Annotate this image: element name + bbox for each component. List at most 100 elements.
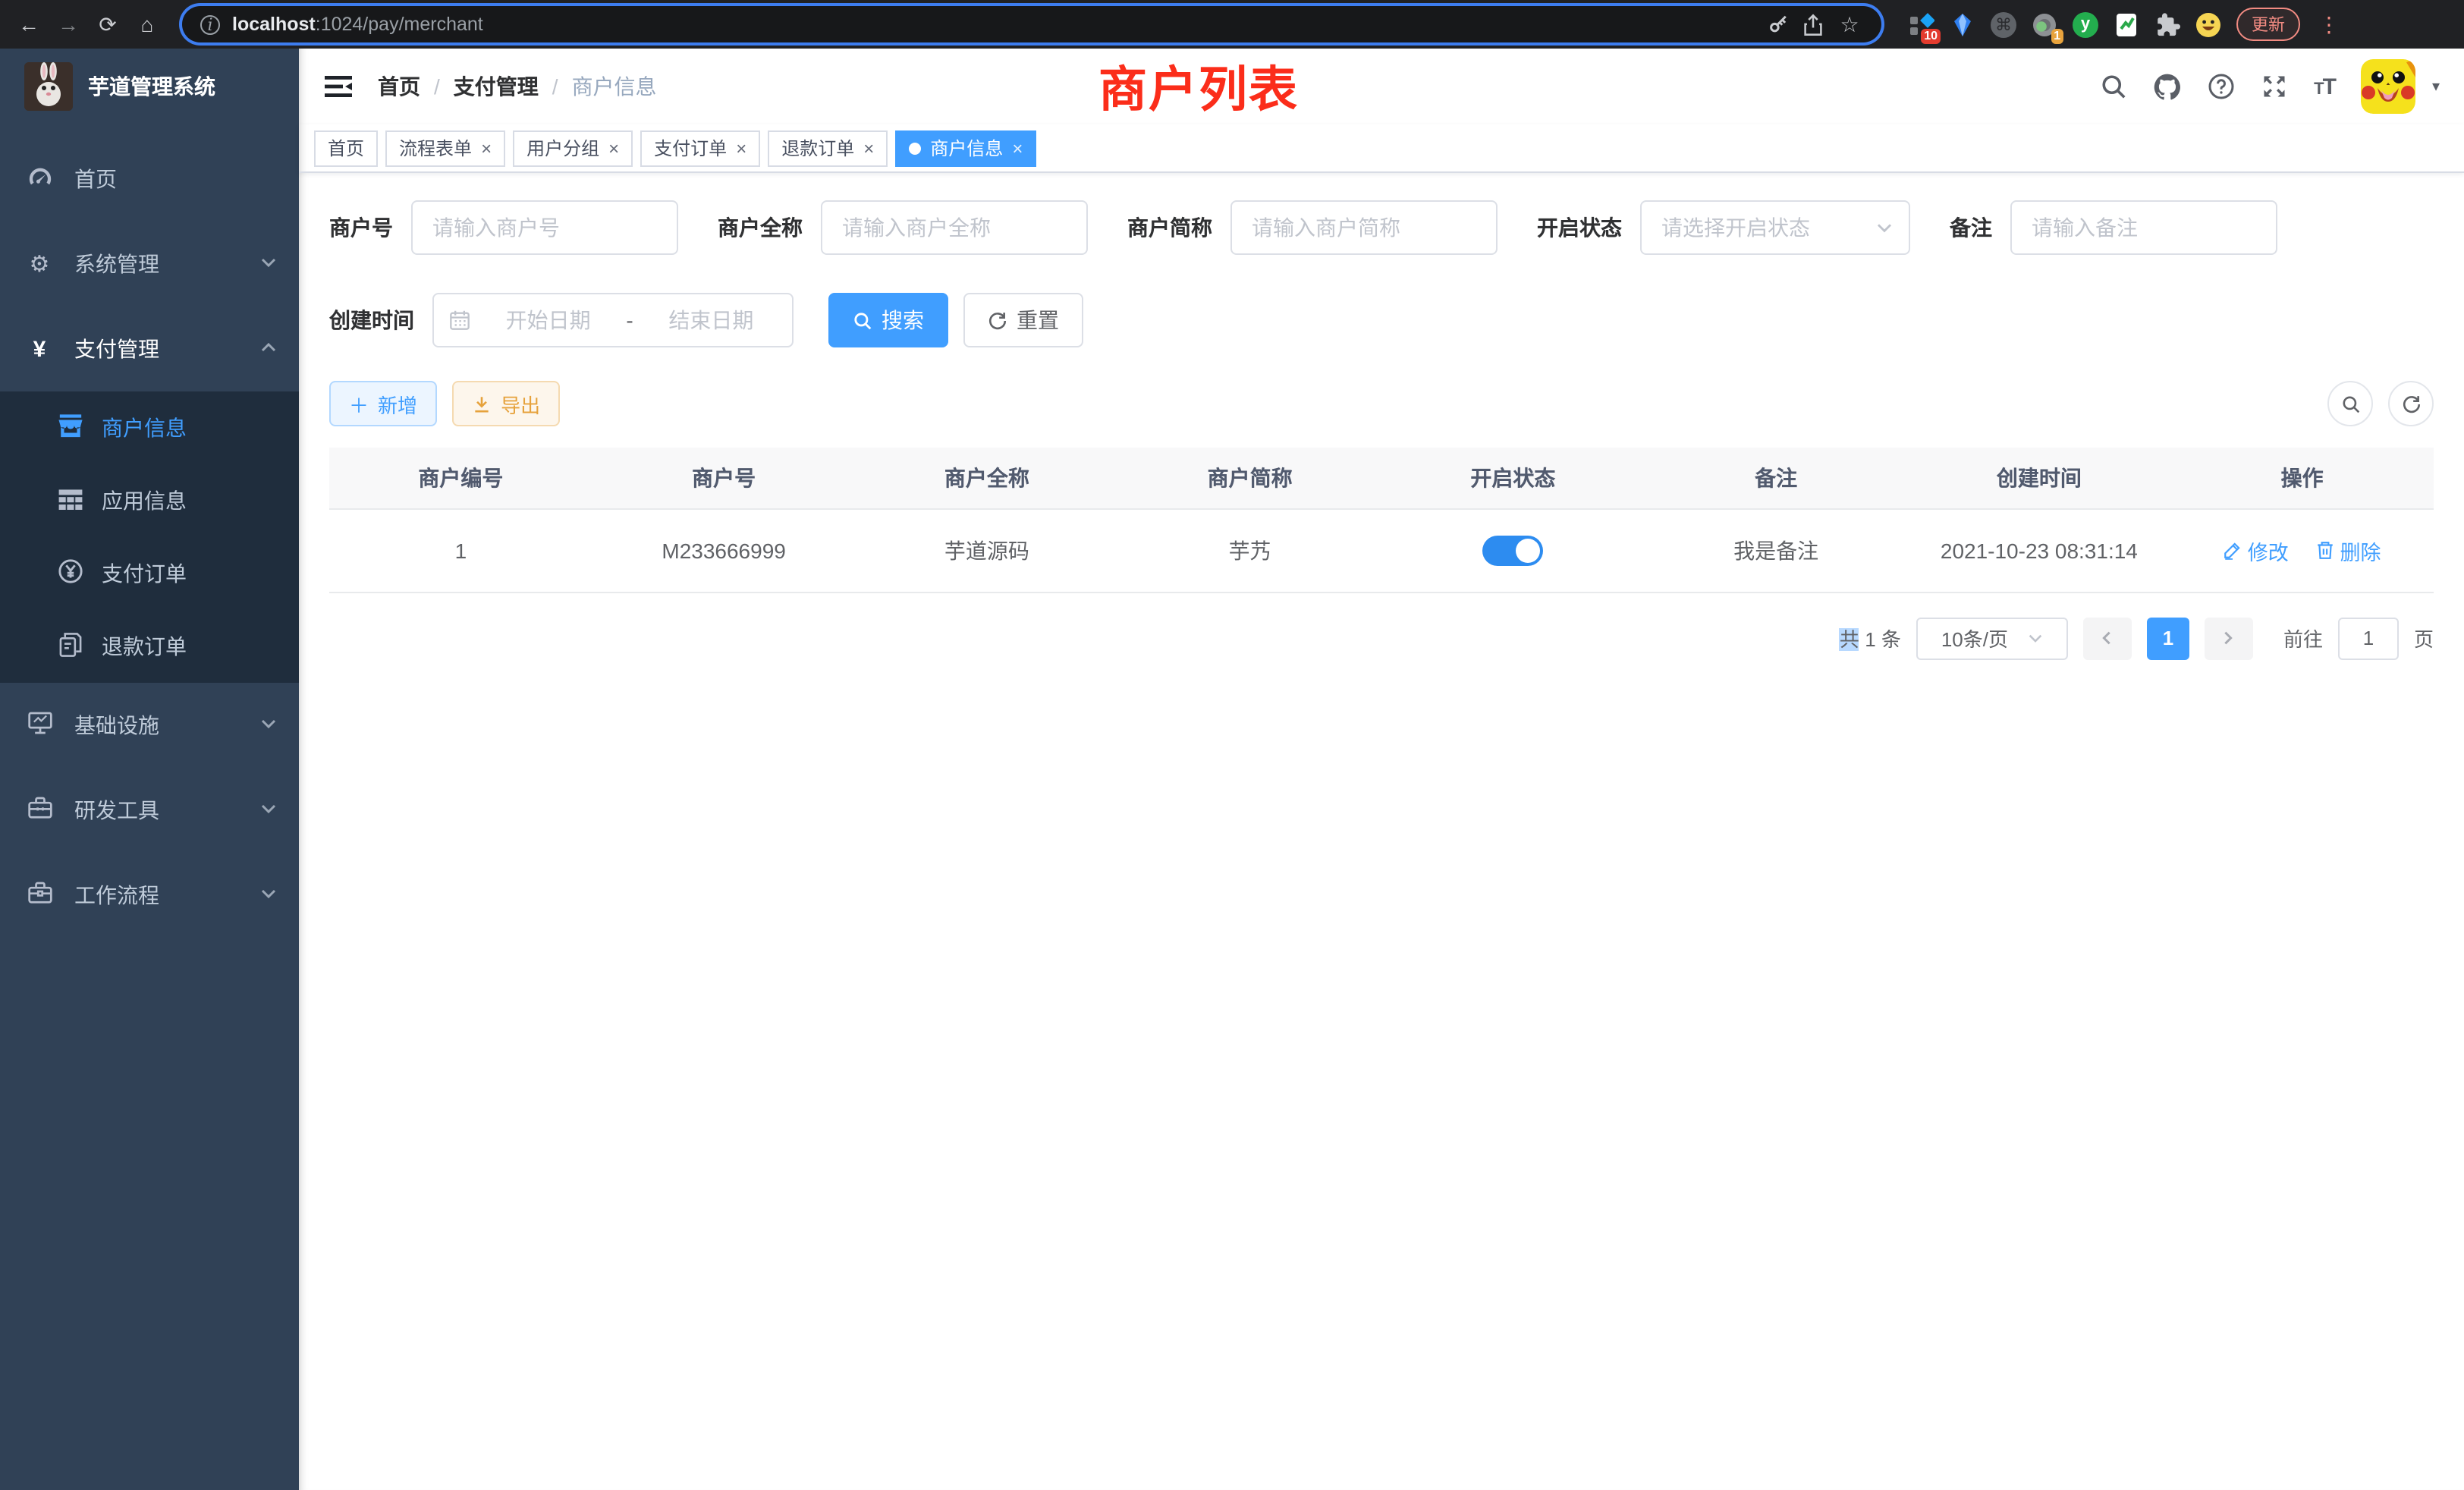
- breadcrumb-pay[interactable]: 支付管理: [454, 71, 539, 102]
- help-icon[interactable]: [2208, 73, 2235, 100]
- store-icon: [56, 413, 83, 442]
- prev-page-button[interactable]: [2083, 617, 2132, 659]
- sidebar-item-pay-order[interactable]: 支付订单: [0, 537, 299, 610]
- close-icon[interactable]: ×: [1012, 137, 1023, 159]
- sidebar-item-merchant-info[interactable]: 商户信息: [0, 391, 299, 464]
- page-size-select[interactable]: 10条/页: [1916, 617, 2068, 659]
- browser-menu-icon[interactable]: ⋮: [2315, 11, 2343, 37]
- refresh-icon: [2401, 394, 2421, 413]
- address-bar[interactable]: i localhost:1024/pay/merchant ☆: [182, 6, 1881, 42]
- bookmark-star-icon[interactable]: ☆: [1836, 11, 1863, 37]
- pinned-extension-icon[interactable]: 10: [1909, 11, 1934, 37]
- plus-icon: ＋: [349, 389, 369, 418]
- y-extension-icon[interactable]: y: [2073, 11, 2098, 37]
- close-icon[interactable]: ×: [736, 137, 746, 159]
- next-page-button[interactable]: [2205, 617, 2253, 659]
- search-icon[interactable]: [2100, 73, 2127, 100]
- refresh-icon: [988, 310, 1007, 330]
- col-short-name: 商户简称: [1118, 448, 1381, 508]
- status-toggle[interactable]: [1482, 535, 1543, 565]
- notes-extension-icon[interactable]: [2114, 11, 2139, 37]
- app-logo[interactable]: 芋道管理系统: [0, 49, 299, 124]
- chevron-down-icon: [259, 798, 278, 822]
- pagination: 共 1 条 10条/页 1 前往 页: [329, 617, 2434, 659]
- back-icon[interactable]: ←: [15, 12, 42, 36]
- col-merchant-no: 商户号: [592, 448, 856, 508]
- chevron-left-icon: [2099, 630, 2116, 646]
- col-merchant-id: 商户编号: [329, 448, 592, 508]
- briefcase-icon: [26, 881, 53, 910]
- edit-link[interactable]: 修改: [2224, 535, 2289, 565]
- tab-refund-order[interactable]: 退款订单×: [768, 130, 888, 166]
- full-name-input[interactable]: [821, 200, 1088, 255]
- site-info-icon[interactable]: i: [200, 14, 220, 34]
- tab-home[interactable]: 首页: [314, 130, 378, 166]
- extensions-puzzle-icon[interactable]: [2154, 11, 2180, 37]
- sidebar-item-system[interactable]: ⚙ 系统管理: [0, 222, 299, 306]
- goto-page-input[interactable]: [2338, 617, 2399, 659]
- reload-icon[interactable]: ⟳: [94, 11, 121, 37]
- cell-remark: 我是备注: [1645, 508, 1908, 592]
- tab-pay-order[interactable]: 支付订单×: [640, 130, 760, 166]
- download-icon: [472, 394, 492, 413]
- sidebar-item-app-info[interactable]: 应用信息: [0, 464, 299, 537]
- add-button[interactable]: ＋ 新增: [329, 381, 437, 426]
- extensions-area: 10 ⌘ 1 y 更新 ⋮: [1903, 8, 2343, 41]
- pay-submenu: 商户信息 应用信息 支付订单 退款订单: [0, 391, 299, 683]
- forward-icon[interactable]: →: [55, 12, 82, 36]
- status-select[interactable]: 请选择开启状态: [1640, 200, 1910, 255]
- home-icon[interactable]: ⌂: [134, 12, 161, 36]
- tab-merchant-info[interactable]: 商户信息×: [895, 130, 1036, 166]
- github-icon[interactable]: [2153, 72, 2182, 101]
- short-name-input[interactable]: [1230, 200, 1498, 255]
- user-avatar[interactable]: [2361, 59, 2415, 114]
- status-label: 开启状态: [1537, 212, 1622, 243]
- col-full-name: 商户全称: [856, 448, 1119, 508]
- page-number-1[interactable]: 1: [2147, 617, 2189, 659]
- sidebar-item-dev-tools[interactable]: 研发工具: [0, 768, 299, 853]
- font-size-icon[interactable]: TT: [2314, 74, 2335, 99]
- share-icon[interactable]: [1802, 13, 1824, 36]
- fullscreen-icon[interactable]: [2261, 73, 2288, 100]
- caret-down-icon[interactable]: ▾: [2432, 78, 2440, 95]
- remark-input[interactable]: [2010, 200, 2277, 255]
- reset-button[interactable]: 重置: [963, 293, 1083, 347]
- close-icon[interactable]: ×: [481, 137, 492, 159]
- search-button[interactable]: 搜索: [828, 293, 948, 347]
- date-range-picker[interactable]: 开始日期 - 结束日期: [432, 293, 794, 347]
- command-extension-icon[interactable]: ⌘: [1991, 11, 2016, 37]
- sidebar-item-home[interactable]: 首页: [0, 137, 299, 222]
- tab-user-group[interactable]: 用户分组×: [513, 130, 633, 166]
- delete-link[interactable]: 删除: [2316, 535, 2381, 565]
- active-dot: [909, 142, 921, 154]
- tab-process-form[interactable]: 流程表单×: [385, 130, 505, 166]
- chevron-down-icon: [2026, 630, 2043, 646]
- sidebar-menu: 首页 ⚙ 系统管理 ¥ 支付管理 商户信息: [0, 137, 299, 938]
- browser-profile-avatar[interactable]: [2195, 11, 2221, 37]
- pencil-icon: [2224, 540, 2243, 560]
- refund-icon: [56, 632, 83, 661]
- toggle-search-button[interactable]: [2327, 381, 2373, 426]
- logo-image: [24, 62, 73, 111]
- trash-icon: [2316, 540, 2336, 560]
- close-icon[interactable]: ×: [863, 137, 874, 159]
- browser-update-button[interactable]: 更新: [2236, 8, 2300, 41]
- merchant-no-input[interactable]: [411, 200, 678, 255]
- sidebar-item-infra[interactable]: 基础设施: [0, 683, 299, 768]
- password-key-icon[interactable]: [1768, 13, 1790, 36]
- breadcrumb-current: 商户信息: [572, 71, 657, 102]
- sidebar-item-refund-order[interactable]: 退款订单: [0, 610, 299, 683]
- goto-label: 前往: [2283, 624, 2323, 652]
- sidebar-item-pay[interactable]: ¥ 支付管理: [0, 306, 299, 391]
- gem-extension-icon[interactable]: [1950, 11, 1975, 37]
- remark-label: 备注: [1950, 212, 1992, 243]
- camera-extension-icon[interactable]: 1: [2032, 11, 2057, 37]
- filter-row-2: 创建时间 开始日期 - 结束日期 搜索 重置: [329, 293, 2434, 347]
- export-button[interactable]: 导出: [452, 381, 560, 426]
- collapse-sidebar-icon[interactable]: [323, 71, 354, 102]
- refresh-table-button[interactable]: [2388, 381, 2434, 426]
- sidebar: 芋道管理系统 首页 ⚙ 系统管理 ¥ 支付管理: [0, 49, 299, 1490]
- breadcrumb-home[interactable]: 首页: [378, 71, 420, 102]
- sidebar-item-workflow[interactable]: 工作流程: [0, 853, 299, 938]
- close-icon[interactable]: ×: [608, 137, 619, 159]
